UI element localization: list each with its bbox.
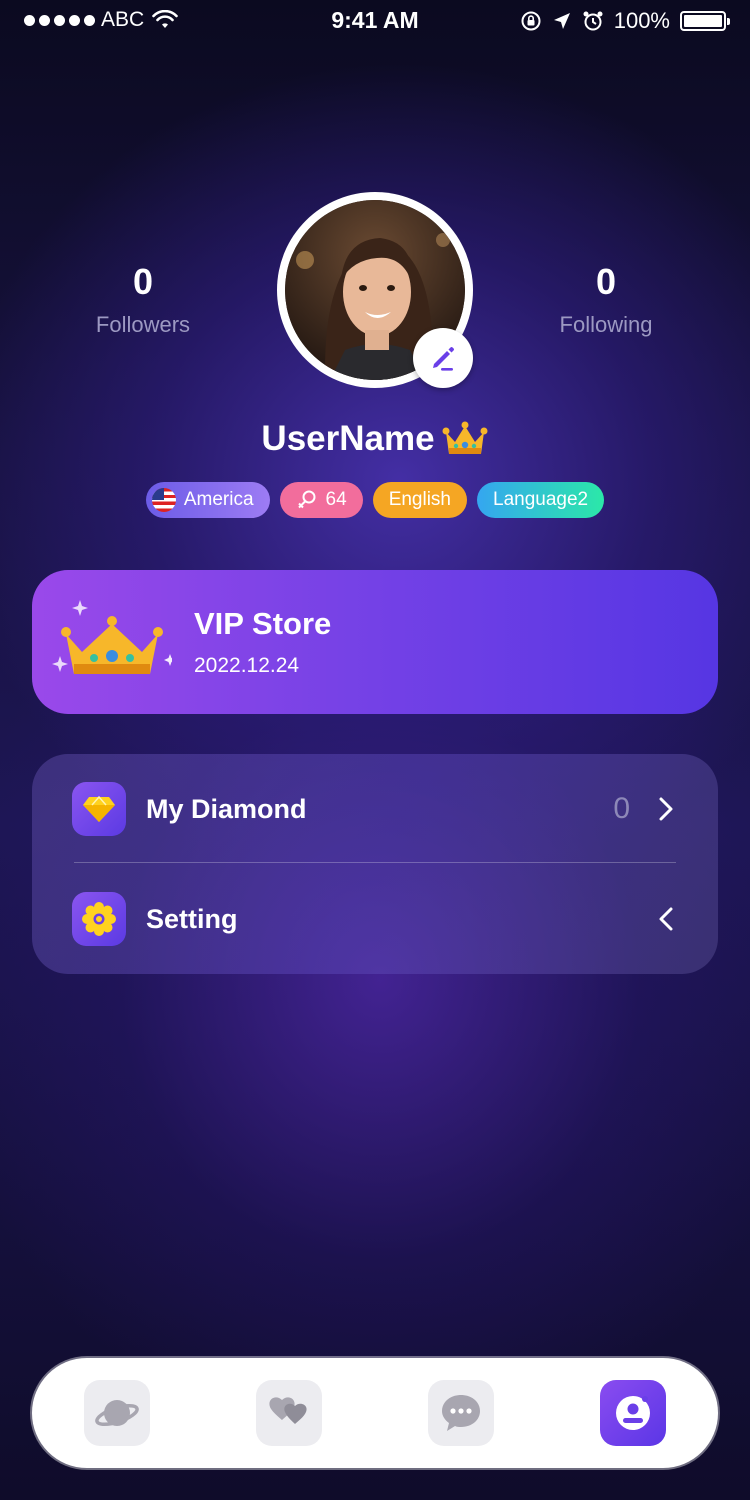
username: UserName	[261, 419, 435, 458]
hearts-icon	[269, 1397, 307, 1424]
rotation-lock-icon	[521, 11, 541, 31]
nav-chat[interactable]	[428, 1380, 494, 1446]
followers-count: 0	[132, 261, 154, 302]
profile-icon	[616, 1396, 650, 1430]
language2-label: Language2	[493, 489, 589, 510]
my-diamond-row[interactable]: My Diamond 0	[32, 754, 718, 864]
following-label: Following	[559, 312, 653, 337]
planet-icon	[95, 1400, 139, 1427]
setting-label: Setting	[146, 903, 238, 934]
country-tag: America	[145, 482, 270, 518]
alarm-icon	[583, 11, 603, 31]
following-stat[interactable]: 0 Following	[506, 262, 706, 338]
setting-row[interactable]: Setting	[32, 864, 718, 974]
chevron-right-icon	[659, 797, 673, 821]
gear-icon	[82, 902, 116, 936]
nav-discover[interactable]	[84, 1380, 150, 1446]
menu-card: My Diamond 0 Setting	[32, 754, 718, 974]
edit-avatar-button[interactable]	[413, 328, 473, 388]
followers-stat[interactable]: 0 Followers	[43, 262, 243, 338]
diamond-icon	[83, 795, 115, 822]
diamond-count: 0	[613, 792, 630, 825]
menu-divider	[74, 862, 676, 863]
female-icon	[297, 490, 316, 509]
us-flag-icon	[151, 488, 176, 512]
language-tag-1: English	[372, 482, 468, 518]
language-tag-2: Language2	[477, 482, 605, 518]
nav-profile[interactable]	[600, 1380, 666, 1446]
age-label: 64	[325, 489, 347, 510]
status-right: 100%	[520, 8, 730, 34]
setting-icon-box	[72, 892, 126, 946]
pencil-icon	[433, 347, 454, 371]
location-icon	[553, 13, 570, 29]
diamond-icon-box	[72, 782, 126, 836]
vip-crown-icon	[52, 600, 172, 674]
battery-icon	[680, 11, 730, 31]
country-label: America	[183, 489, 254, 510]
username-row: UserName	[0, 418, 750, 460]
gender-age-tag: 64	[279, 482, 363, 518]
chevron-left-icon	[659, 907, 673, 931]
bottom-nav	[32, 1358, 718, 1468]
nav-match[interactable]	[256, 1380, 322, 1446]
crown-icon	[442, 421, 488, 454]
language1-label: English	[388, 489, 452, 510]
battery-percent: 100%	[613, 8, 670, 33]
vip-date: 2022.12.24	[194, 654, 300, 677]
my-diamond-label: My Diamond	[146, 793, 307, 824]
vip-store-card[interactable]: VIP Store 2022.12.24	[32, 570, 718, 714]
chat-icon	[442, 1395, 480, 1431]
following-count: 0	[595, 261, 617, 302]
followers-label: Followers	[95, 312, 191, 337]
status-bar: ABC 9:41 AM 100%	[0, 0, 750, 40]
profile-tags: America 64 English Language2	[0, 482, 750, 518]
vip-title: VIP Store	[194, 606, 332, 641]
